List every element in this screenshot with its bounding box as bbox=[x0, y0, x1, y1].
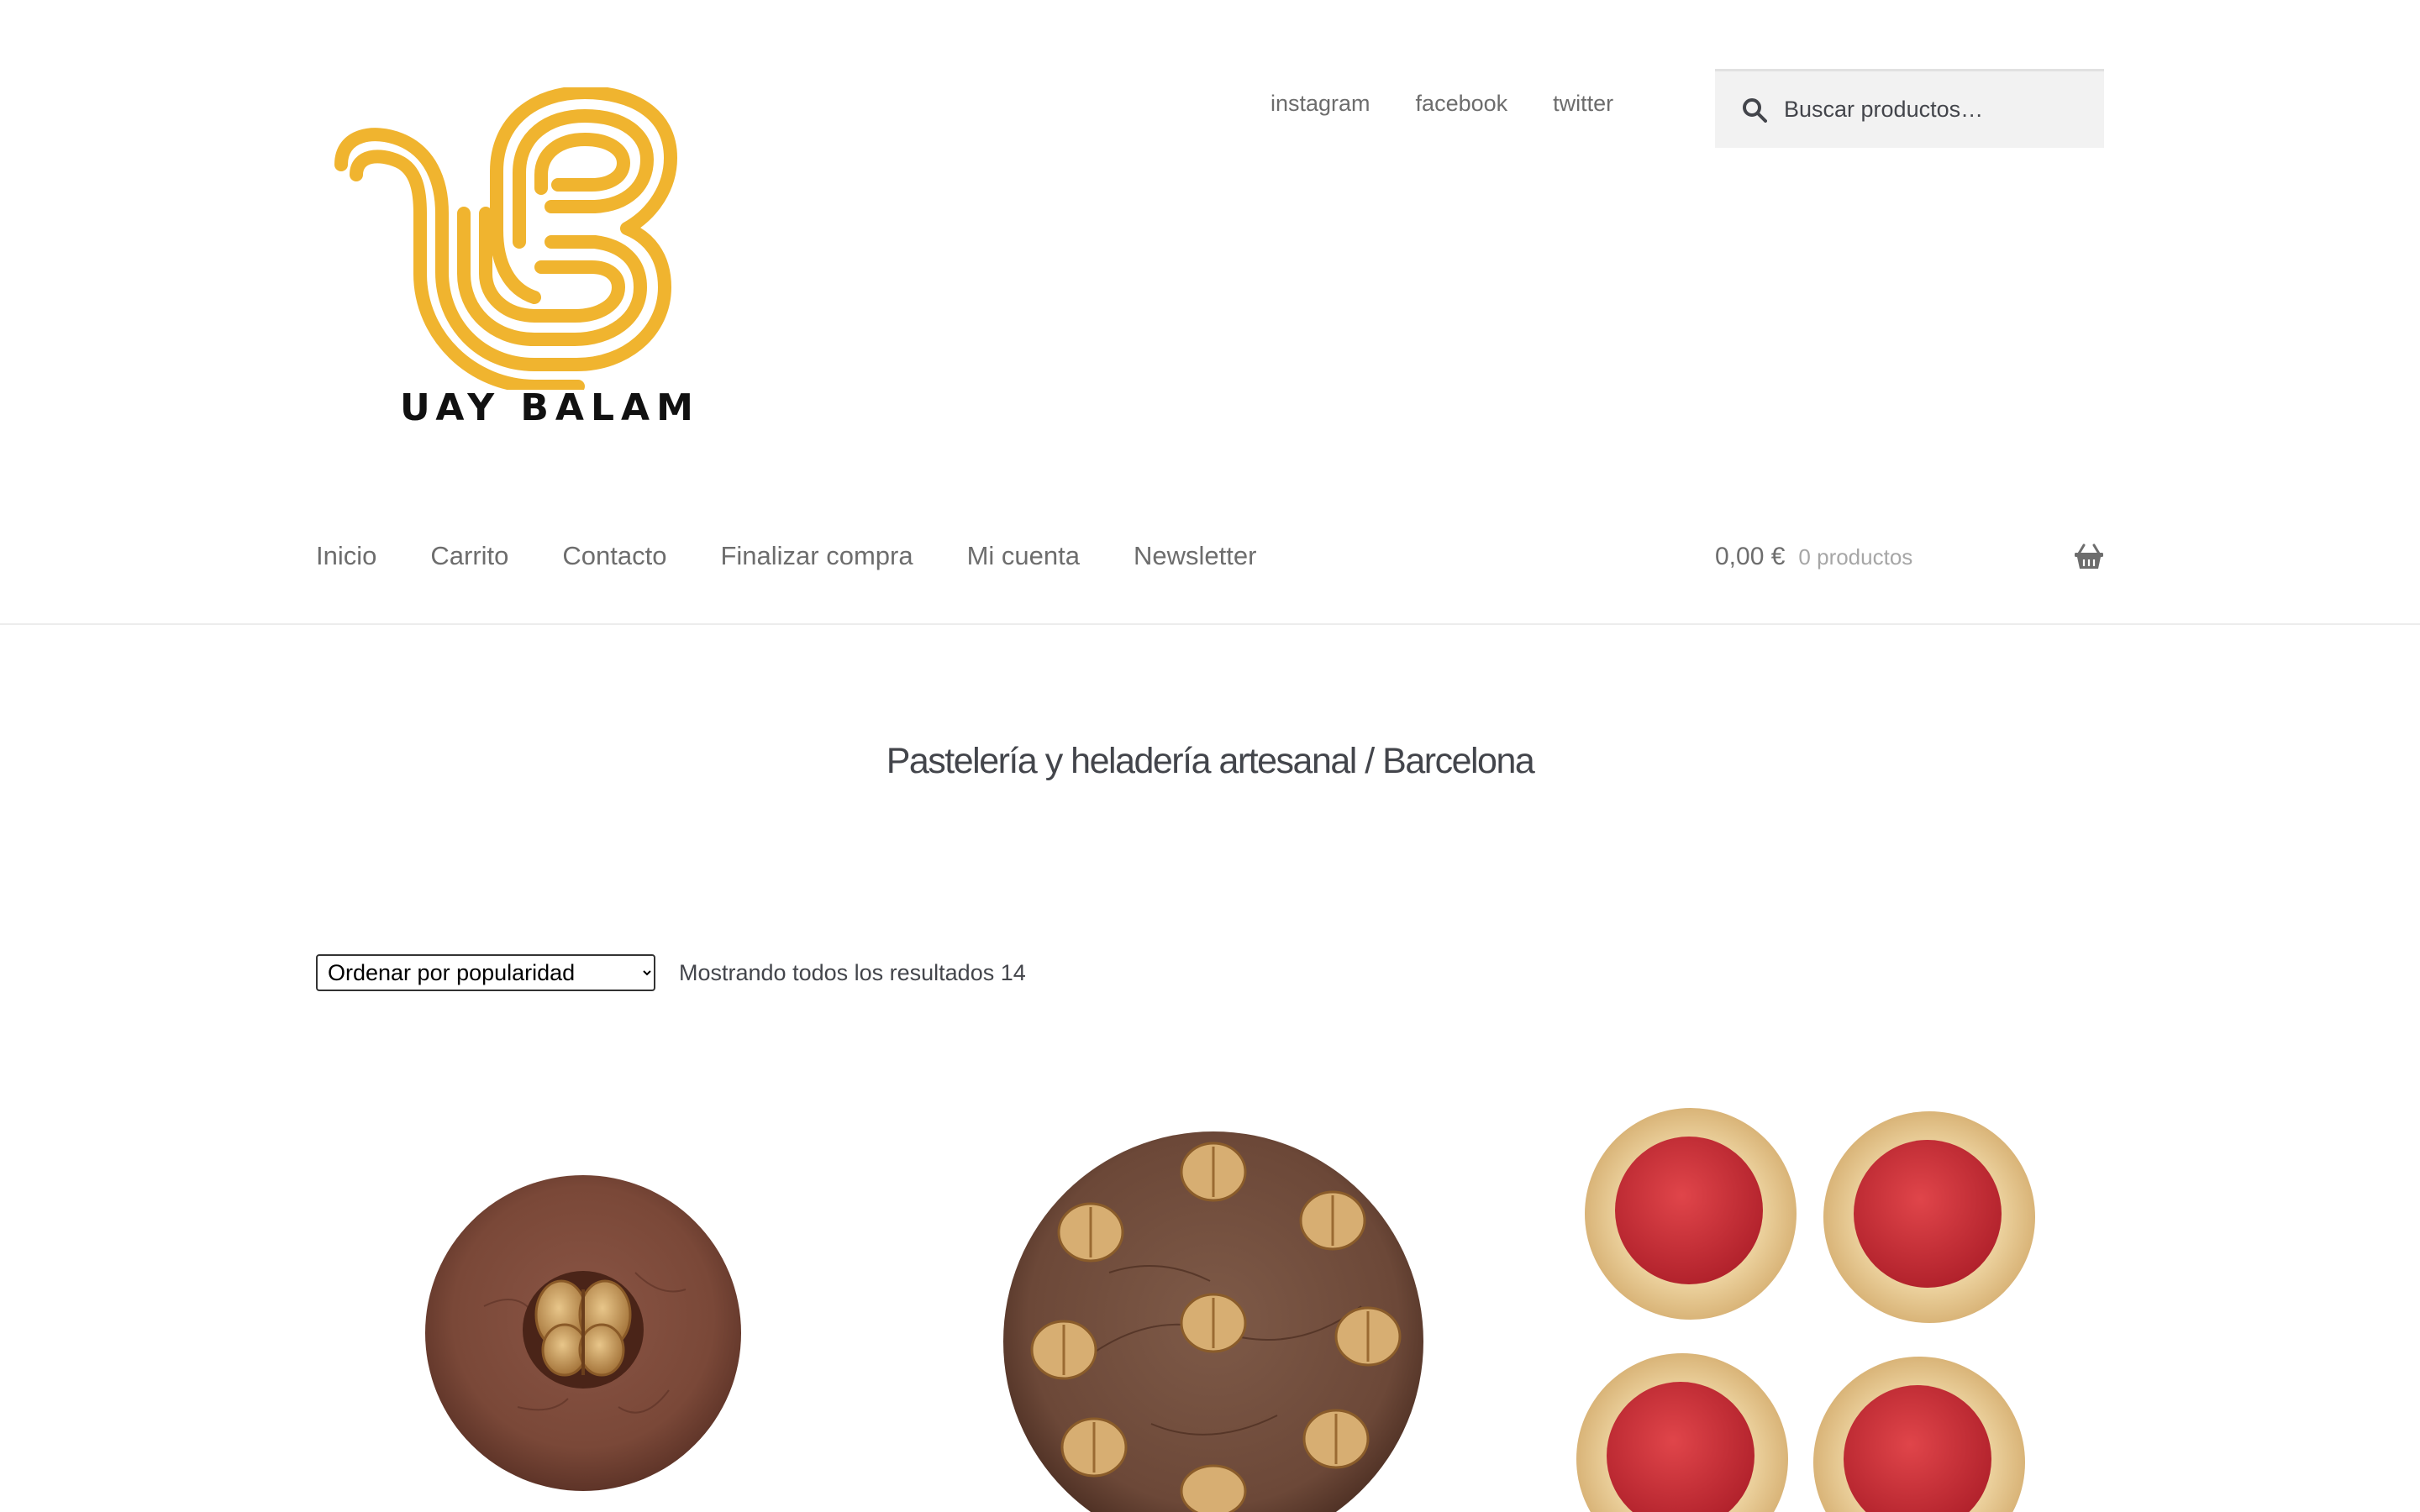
instagram-link[interactable]: instagram bbox=[1270, 91, 1370, 117]
nav-inicio[interactable]: Inicio bbox=[316, 541, 376, 571]
result-count: Mostrando todos los resultados 14 bbox=[679, 959, 1026, 985]
nav-newsletter[interactable]: Newsletter bbox=[1134, 541, 1256, 571]
basket-icon bbox=[2075, 543, 2103, 569]
logo-wordmark: UAY BALAM bbox=[400, 386, 700, 429]
facebook-link[interactable]: facebook bbox=[1416, 91, 1508, 117]
logo-mark-icon bbox=[334, 87, 677, 390]
product-card[interactable] bbox=[316, 1054, 854, 1512]
page: UAY BALAM instagram facebook twitter Ini… bbox=[0, 0, 2420, 1512]
jam-tart-cookies-image bbox=[1576, 1108, 2035, 1512]
main-nav: Inicio Carrito Contacto Finalizar compra… bbox=[316, 541, 1310, 571]
cart-summary[interactable]: 0,00 € 0 productos bbox=[1715, 543, 2104, 571]
nav-contacto[interactable]: Contacto bbox=[562, 541, 666, 571]
product-grid bbox=[316, 1054, 2104, 1512]
orderby-select[interactable]: Ordenar por popularidad bbox=[316, 954, 655, 991]
product-card[interactable] bbox=[941, 1054, 1479, 1512]
shop-toolbar: Ordenar por popularidad Mostrando todos … bbox=[316, 954, 1026, 991]
site-logo[interactable]: UAY BALAM bbox=[324, 87, 694, 440]
chocolate-brownie-cake-image bbox=[1003, 1131, 1423, 1512]
chocolate-cookie-with-walnut-image bbox=[425, 1175, 741, 1491]
page-tagline: Pastelería y heladería artesanal / Barce… bbox=[886, 741, 1535, 781]
product-card[interactable] bbox=[1566, 1054, 2104, 1512]
cart-count: 0 productos bbox=[1798, 543, 1913, 570]
social-nav: instagram facebook twitter bbox=[1270, 91, 1613, 117]
nav-carrito[interactable]: Carrito bbox=[430, 541, 508, 571]
nav-mi-cuenta[interactable]: Mi cuenta bbox=[967, 541, 1080, 571]
search-input[interactable] bbox=[1782, 96, 2085, 123]
search-box bbox=[1715, 69, 2104, 148]
nav-finalizar-compra[interactable]: Finalizar compra bbox=[720, 541, 913, 571]
cart-amount: 0,00 € bbox=[1715, 543, 1786, 570]
site-header: UAY BALAM instagram facebook twitter Ini… bbox=[0, 0, 2420, 625]
twitter-link[interactable]: twitter bbox=[1553, 91, 1613, 117]
search-icon bbox=[1743, 97, 1767, 123]
